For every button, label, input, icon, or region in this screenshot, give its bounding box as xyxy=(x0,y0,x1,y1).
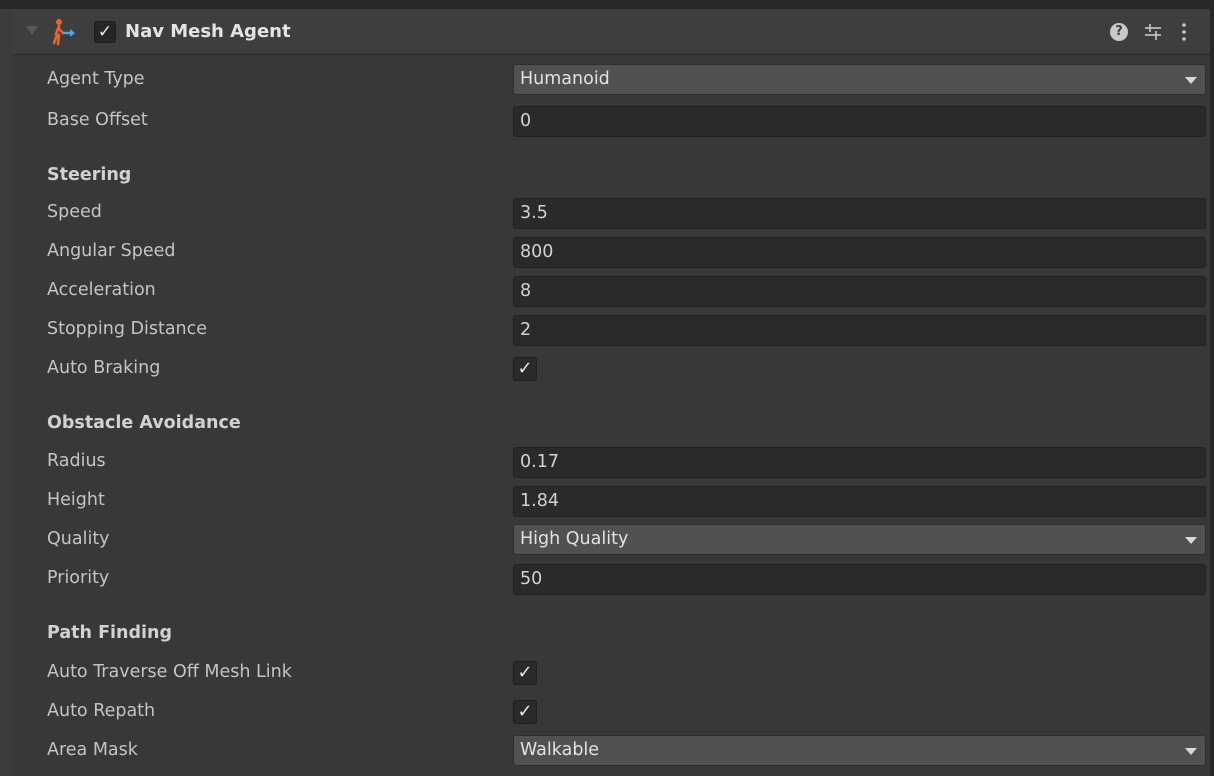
steering-section: Steering xyxy=(12,156,1210,195)
radius-label: Radius xyxy=(47,451,106,471)
priority-field[interactable]: 50 xyxy=(513,564,1206,595)
area-mask-dropdown[interactable]: Walkable xyxy=(513,735,1206,766)
quality-label: Quality xyxy=(47,529,110,549)
angular-speed-row: Angular Speed 800 xyxy=(12,232,1210,271)
auto-braking-row: Auto Braking ✓ xyxy=(12,349,1210,388)
dropdown-arrow-icon xyxy=(1185,77,1197,84)
path-finding-section: Path Finding xyxy=(12,614,1210,653)
top-border xyxy=(0,0,1214,9)
auto-braking-checkbox[interactable]: ✓ xyxy=(513,357,537,381)
component-title: Nav Mesh Agent xyxy=(125,21,291,42)
dropdown-arrow-icon xyxy=(1185,537,1197,544)
auto-traverse-checkbox[interactable]: ✓ xyxy=(513,661,537,685)
auto-traverse-row: Auto Traverse Off Mesh Link ✓ xyxy=(12,653,1210,692)
steering-header: Steering xyxy=(47,165,132,185)
height-label: Height xyxy=(47,490,105,510)
auto-repath-checkbox[interactable]: ✓ xyxy=(513,700,537,724)
base-offset-field[interactable]: 0 xyxy=(513,106,1206,137)
left-gutter xyxy=(0,9,12,776)
radius-row: Radius 0.17 xyxy=(12,442,1210,481)
quality-row: Quality High Quality xyxy=(12,520,1210,559)
dropdown-arrow-icon xyxy=(1185,748,1197,755)
auto-braking-label: Auto Braking xyxy=(47,358,161,378)
auto-repath-label: Auto Repath xyxy=(47,701,156,721)
base-offset-label: Base Offset xyxy=(47,110,148,130)
path-finding-header: Path Finding xyxy=(47,623,173,643)
height-field[interactable]: 1.84 xyxy=(513,486,1206,517)
priority-row: Priority 50 xyxy=(12,559,1210,598)
area-mask-row: Area Mask Walkable xyxy=(12,731,1210,770)
right-border xyxy=(1210,9,1214,776)
stopping-distance-label: Stopping Distance xyxy=(47,319,208,339)
nav-mesh-agent-icon xyxy=(52,19,75,46)
area-mask-label: Area Mask xyxy=(47,740,138,760)
obstacle-avoidance-section: Obstacle Avoidance xyxy=(12,404,1210,443)
auto-traverse-label: Auto Traverse Off Mesh Link xyxy=(47,662,292,682)
acceleration-field[interactable]: 8 xyxy=(513,276,1206,307)
speed-row: Speed 3.5 xyxy=(12,193,1210,232)
quality-dropdown[interactable]: High Quality xyxy=(513,524,1206,555)
stopping-distance-field[interactable]: 2 xyxy=(513,315,1206,346)
more-icon[interactable] xyxy=(1180,21,1188,43)
component-header[interactable]: ✓ Nav Mesh Agent ? xyxy=(12,9,1210,55)
area-mask-value: Walkable xyxy=(520,740,600,760)
agent-type-value: Humanoid xyxy=(520,69,610,89)
speed-field[interactable]: 3.5 xyxy=(513,198,1206,229)
acceleration-label: Acceleration xyxy=(47,280,156,300)
acceleration-row: Acceleration 8 xyxy=(12,271,1210,310)
base-offset-row: Base Offset 0 xyxy=(12,101,1210,140)
component-enabled-checkbox[interactable]: ✓ xyxy=(94,21,116,43)
angular-speed-label: Angular Speed xyxy=(47,241,176,261)
height-row: Height 1.84 xyxy=(12,481,1210,520)
preset-icon[interactable] xyxy=(1142,21,1164,43)
auto-repath-row: Auto Repath ✓ xyxy=(12,692,1210,731)
priority-label: Priority xyxy=(47,568,110,588)
foldout-arrow-icon[interactable] xyxy=(26,26,38,35)
inspector-window: ✓ Nav Mesh Agent ? Agent Type Humanoid B… xyxy=(0,0,1214,776)
speed-label: Speed xyxy=(47,202,102,222)
obstacle-avoidance-header: Obstacle Avoidance xyxy=(47,413,241,433)
quality-value: High Quality xyxy=(520,529,629,549)
agent-type-row: Agent Type Humanoid xyxy=(12,60,1210,99)
stopping-distance-row: Stopping Distance 2 xyxy=(12,310,1210,349)
help-icon[interactable]: ? xyxy=(1110,23,1128,41)
agent-type-dropdown[interactable]: Humanoid xyxy=(513,64,1206,95)
agent-type-label: Agent Type xyxy=(47,69,145,89)
angular-speed-field[interactable]: 800 xyxy=(513,237,1206,268)
radius-field[interactable]: 0.17 xyxy=(513,447,1206,478)
